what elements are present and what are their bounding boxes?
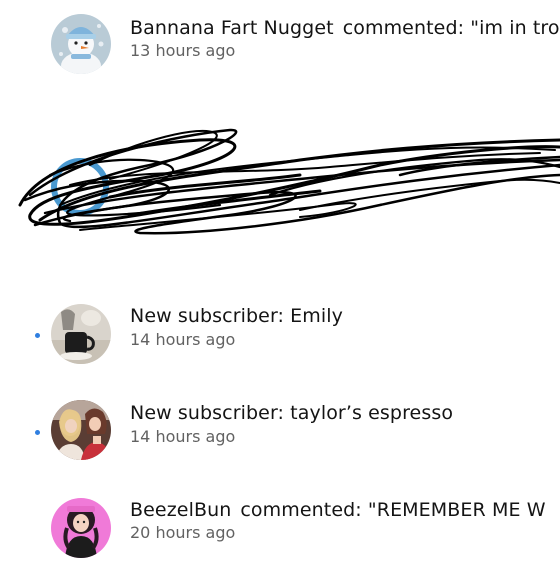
notification-title: New subscriber: Emily: [130, 305, 344, 327]
notification-title: New subscriber: taylor’s espresso: [130, 402, 454, 424]
notification-item[interactable]: New subscriber: Emily 14 hours ago: [0, 300, 560, 380]
notification-item[interactable]: New subscriber: taylor’s espresso 14 hou…: [0, 397, 560, 477]
comment-author: BeezelBun: [130, 499, 232, 521]
notification-time: 13 hours ago: [130, 41, 236, 60]
coffee-cup-avatar[interactable]: [51, 304, 111, 364]
notification-item[interactable]: BeezelBun commented: "REMEMBER ME W 20 ho…: [0, 494, 560, 574]
snowman-avatar[interactable]: [51, 14, 111, 74]
notification-time: 20 hours ago: [130, 523, 236, 542]
unread-dot: [35, 430, 40, 435]
notification-time: 14 hours ago: [130, 330, 236, 349]
notification-time: 14 hours ago: [130, 427, 236, 446]
unread-dot: [35, 333, 40, 338]
comment-author: Bannana Fart Nugget: [130, 17, 334, 39]
notification-item[interactable]: Bannana Fart Nugget commented: "im in tro…: [0, 10, 560, 90]
redaction-scribble: [0, 105, 560, 250]
comment-text: commented: "im in tro: [342, 17, 560, 39]
notification-title: Bannana Fart Nugget commented: "im in tro: [130, 16, 560, 40]
notification-title: BeezelBun commented: "REMEMBER ME W: [130, 498, 546, 522]
two-people-avatar[interactable]: [51, 400, 111, 460]
comment-text: commented: "REMEMBER ME W: [240, 499, 546, 521]
pink-avatar[interactable]: [51, 498, 111, 558]
